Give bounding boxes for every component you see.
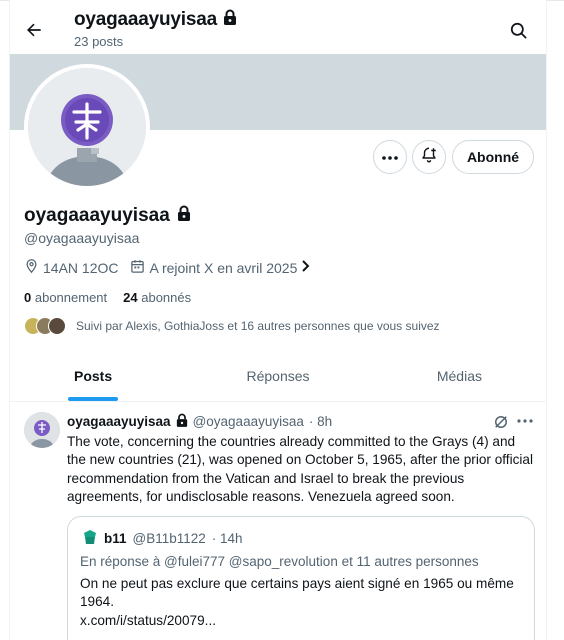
post-text: The vote, concerning the countries alrea…: [67, 434, 533, 504]
b11-avatar-icon: [82, 529, 98, 548]
profile-name: oyagaaayuyisaa: [24, 205, 191, 227]
following-label: abonnement: [34, 290, 108, 305]
post-author-handle[interactable]: @oyagaaayuyisaa: [193, 414, 304, 429]
back-arrow-icon[interactable]: [22, 18, 46, 42]
more-options-button[interactable]: [373, 140, 407, 174]
quote-body: On ne peut pas exclure que certains pays…: [80, 576, 514, 610]
followed-by-text: Suivi par Alexis, GothiaJoss et 16 autre…: [76, 319, 440, 333]
quote-header: b11 @B11b1122 · 14h: [82, 529, 243, 548]
quote-link[interactable]: x.com/i/status/20079...: [80, 612, 520, 630]
following-link[interactable]: 0 abonnement: [24, 290, 107, 305]
follow-stats: 0 abonnement 24 abonnés: [24, 290, 191, 305]
grok-icon[interactable]: [492, 413, 510, 431]
quote-author-handle: @B11b1122: [132, 531, 206, 546]
tab-media[interactable]: Médias: [346, 350, 546, 401]
lock-icon: [176, 413, 188, 430]
lock-icon: [177, 205, 191, 227]
more-icon: [381, 148, 399, 166]
profile-meta: 14AN 12OC A rejoint X en avril 2025: [24, 258, 323, 277]
notification-button[interactable]: [412, 140, 446, 174]
chevron-right-icon: [301, 259, 311, 276]
quoted-post[interactable]: b11 @B11b1122 · 14h En réponse à @fulei7…: [67, 516, 535, 640]
profile-page: oyagaaayuyisaa 23 posts Abonné oyagaaayu…: [9, 0, 547, 640]
tab-active-indicator: [68, 397, 118, 401]
followers-count: 24: [123, 290, 138, 305]
search-icon[interactable]: [506, 18, 530, 42]
joined-text: A rejoint X en avril 2025: [149, 259, 298, 276]
tab-label: Médias: [436, 367, 482, 384]
quote-time: · 14h: [211, 531, 243, 546]
header-title: oyagaaayuyisaa: [74, 9, 237, 31]
tab-label: Posts: [74, 367, 113, 384]
followers-avatars: [24, 317, 66, 335]
tab-replies[interactable]: Réponses: [210, 350, 346, 401]
profile-handle: @oyagaaayuyisaa: [24, 230, 140, 246]
quote-author-name: b11: [104, 531, 127, 546]
followed-by[interactable]: Suivi par Alexis, GothiaJoss et 16 autre…: [24, 317, 440, 335]
following-button[interactable]: Abonné: [452, 140, 534, 174]
notification-add-icon: [420, 146, 438, 169]
posts-count: 23 posts: [74, 34, 124, 49]
tab-posts[interactable]: Posts: [10, 350, 210, 401]
tab-label: Réponses: [246, 367, 310, 384]
followers-label: abonnés: [141, 290, 192, 305]
post-author-avatar[interactable]: [24, 412, 60, 448]
calendar-icon: [130, 259, 145, 277]
quote-reply-to: En réponse à @fulei777 @sapo_revolution …: [80, 554, 479, 569]
post-time[interactable]: · 8h: [309, 414, 332, 429]
profile-tabs: Posts Réponses Médias: [10, 350, 546, 402]
lock-icon: [223, 9, 237, 31]
avatar: [48, 317, 66, 335]
post-more-icon[interactable]: [516, 412, 534, 430]
location: 14AN 12OC: [24, 258, 118, 277]
header-name: oyagaaayuyisaa: [74, 9, 217, 30]
location-text: 14AN 12OC: [43, 259, 119, 276]
joined-date[interactable]: A rejoint X en avril 2025: [130, 259, 311, 277]
profile-display-name: oyagaaayuyisaa: [24, 205, 170, 226]
top-header: oyagaaayuyisaa 23 posts: [10, 0, 546, 54]
followers-link[interactable]: 24 abonnés: [123, 290, 191, 305]
quote-text: On ne peut pas exclure que certains pays…: [80, 575, 520, 630]
post-header: oyagaaayuyisaa @oyagaaayuyisaa · 8h: [67, 413, 332, 430]
following-count: 0: [24, 290, 32, 305]
post-author-name[interactable]: oyagaaayuyisaa: [67, 414, 171, 429]
post[interactable]: oyagaaayuyisaa @oyagaaayuyisaa · 8h The …: [10, 402, 546, 640]
profile-avatar[interactable]: [24, 64, 150, 190]
location-icon: [24, 258, 39, 277]
